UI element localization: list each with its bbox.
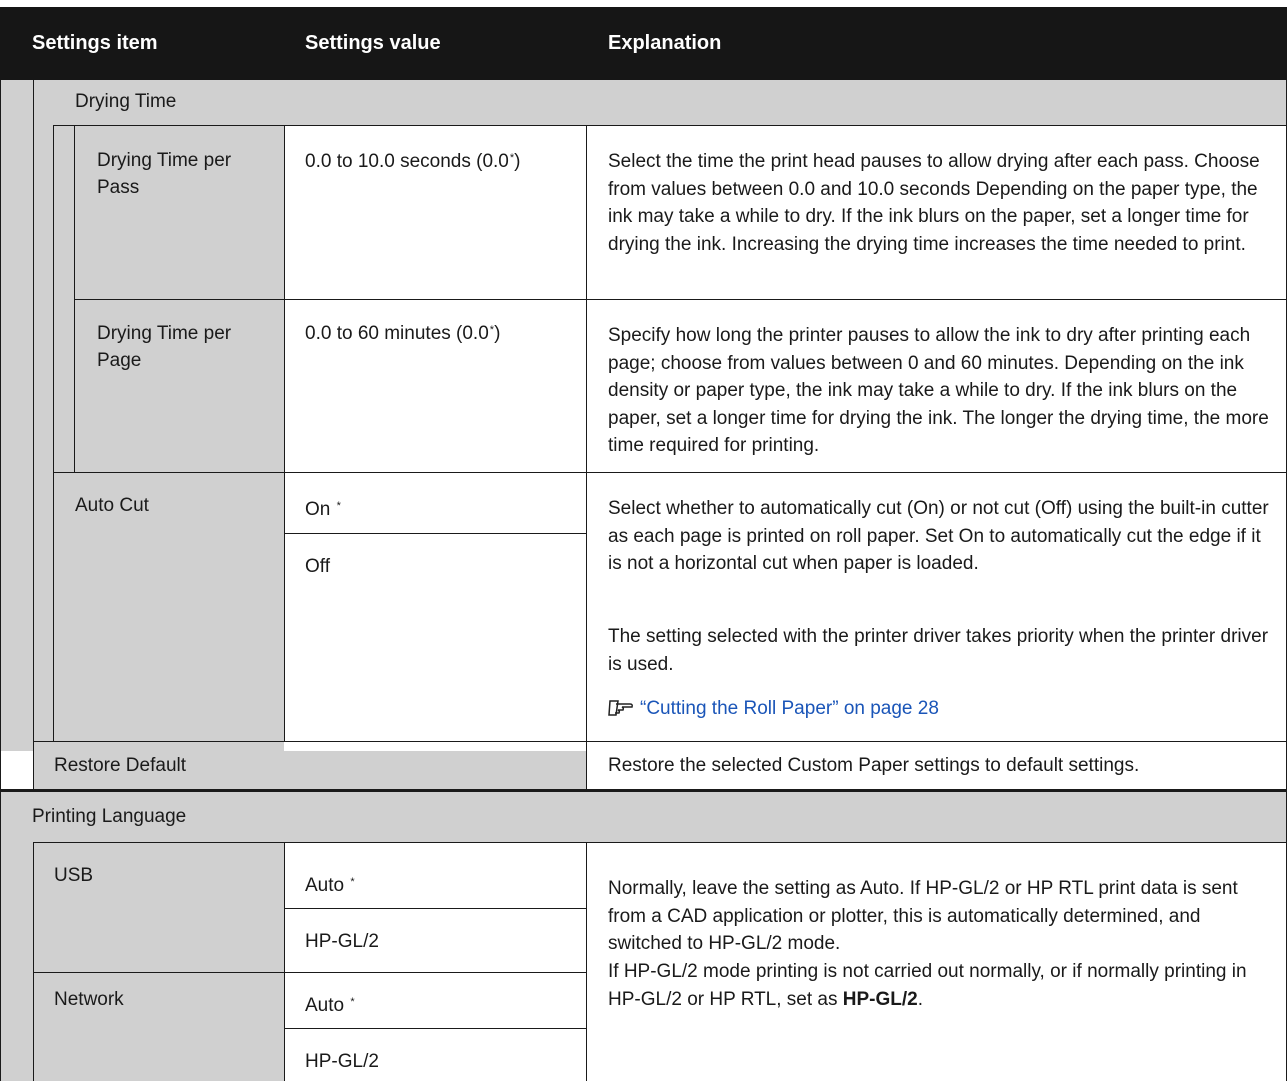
default-mark: * [489,324,495,336]
per-pass-explanation: Select the time the print head pauses to… [608,151,1260,255]
usb-value-hpgl: HP-GL/2 [305,931,379,952]
auto-cut-explanation-1: Select whether to automatically cut (On)… [608,498,1269,574]
indent-strip-level1b [0,842,33,1081]
network-value-hpgl: HP-GL/2 [305,1051,379,1072]
drying-time-row [33,80,1287,125]
printing-language-explanation-2: If HP-GL/2 mode printing is not carried … [608,961,1247,1010]
per-page-explanation: Specify how long the printer pauses to a… [608,325,1269,456]
usb-label: USB [54,865,94,886]
network-label: Network [54,989,124,1010]
header-settings-item: Settings item [32,32,158,54]
auto-cut-explanation-2: The setting selected with the printer dr… [608,626,1269,675]
printing-language-label: Printing Language [32,806,187,827]
reference-hand-icon [608,700,633,716]
auto-cut-value-off: Off [305,556,330,577]
printing-language-explanation-1: Normally, leave the setting as Auto. If … [608,878,1238,954]
indent-strip-level2 [33,125,53,472]
printing-language-row [0,792,1287,842]
indent-strip-level1 [0,80,33,751]
restore-default-label: Restore Default [54,755,187,776]
restore-default-explanation: Restore the selected Custom Paper settin… [608,755,1140,776]
per-page-value: 0.0 to 60 minutes (0.0*) [305,323,501,344]
header-settings-value: Settings value [305,32,441,54]
per-pass-label: Drying Time per Pass [97,150,232,198]
cutting-roll-paper-link[interactable]: “Cutting the Roll Paper” on page 28 [608,695,939,722]
default-mark: * [509,152,515,164]
auto-cut-label-cell [33,472,284,751]
drying-time-label: Drying Time [75,91,177,112]
auto-cut-label: Auto Cut [75,495,149,516]
per-page-label: Drying Time per Page [97,323,232,371]
per-pass-value: 0.0 to 10.0 seconds (0.0*) [305,151,521,172]
header-explanation: Explanation [608,32,722,54]
network-value-auto: Auto * [305,995,355,1016]
auto-cut-value-on: On * [305,499,341,520]
usb-value-auto: Auto * [305,875,355,896]
indent-strip-level3 [53,125,74,472]
